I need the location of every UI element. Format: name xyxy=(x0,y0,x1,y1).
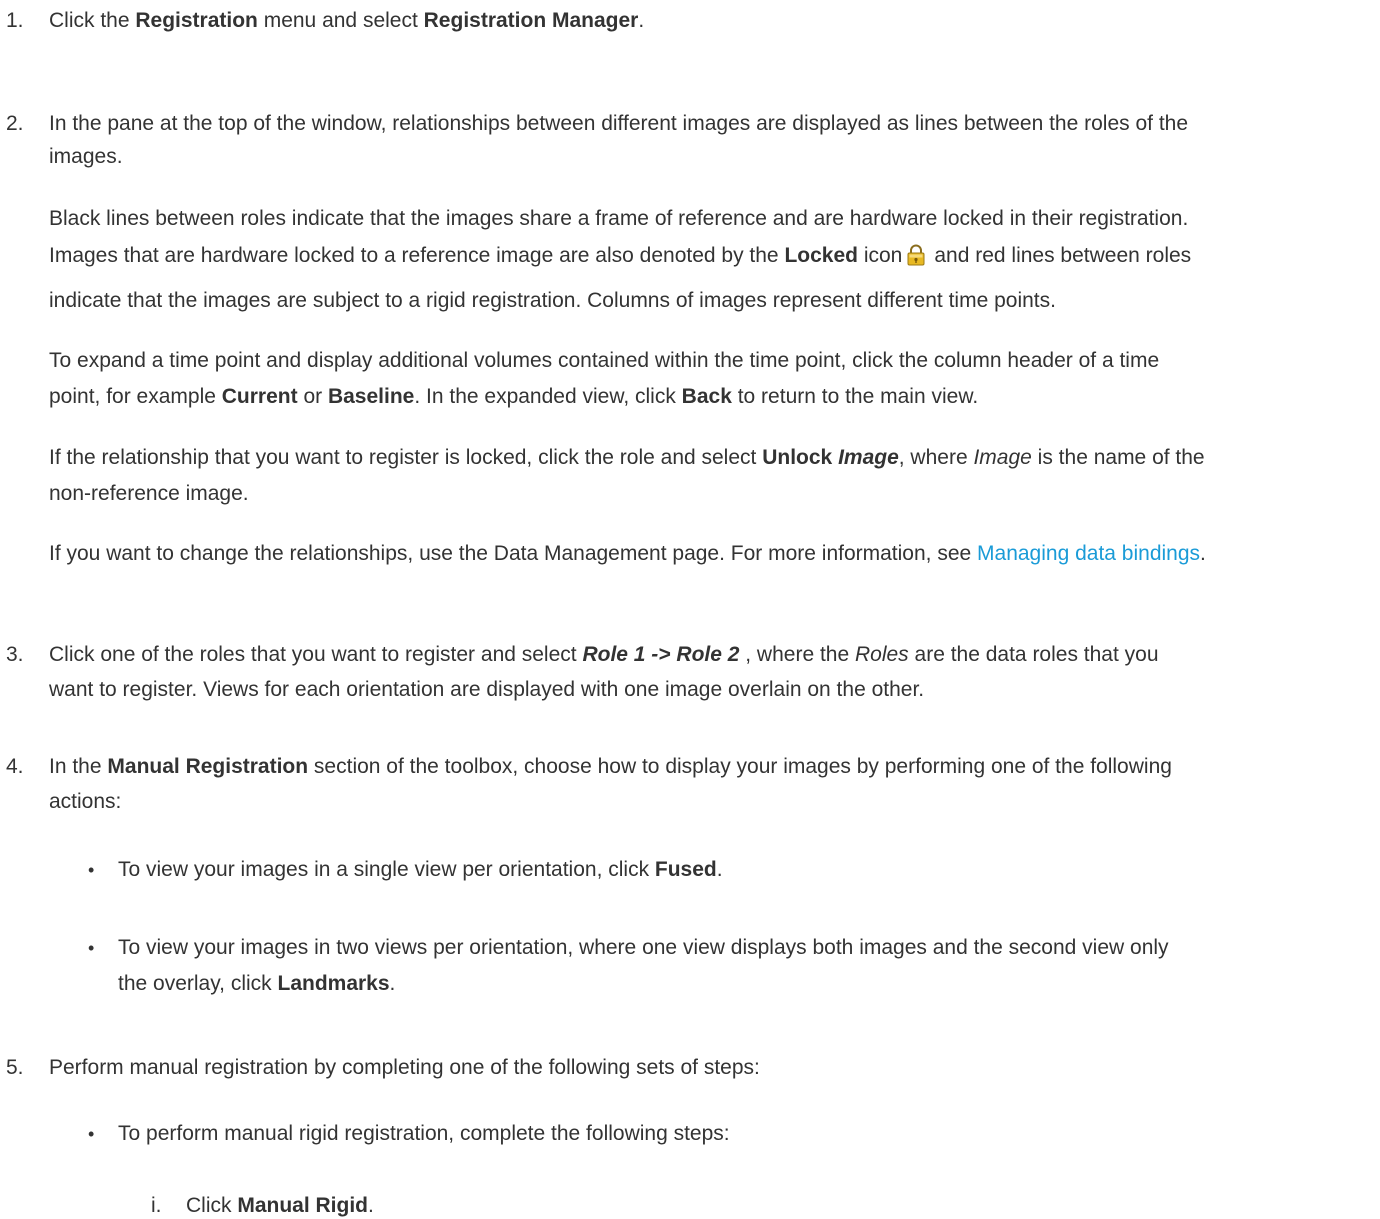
list-item: To perform manual rigid registration, co… xyxy=(118,1122,730,1145)
step-text: In the Manual Registration section of th… xyxy=(49,755,1172,778)
step-text: Perform manual registration by completin… xyxy=(49,1056,760,1079)
bullet-marker: • xyxy=(88,1124,95,1144)
list-item: the overlay, click Landmarks. xyxy=(118,972,396,995)
step-text: want to register. Views for each orienta… xyxy=(49,678,925,701)
menu-name: Registration xyxy=(135,9,258,32)
bullet-marker: • xyxy=(88,938,95,958)
step-number: 4. xyxy=(6,755,24,778)
step-number: 2. xyxy=(6,112,24,135)
step-number: 5. xyxy=(6,1056,24,1079)
paragraph-text: indicate that the images are subject to … xyxy=(49,289,1056,312)
substep-number: i. xyxy=(151,1194,162,1217)
step-number: 1. xyxy=(6,9,24,32)
step-text: In the pane at the top of the window, re… xyxy=(49,112,1189,135)
step-text: images. xyxy=(49,145,123,168)
managing-data-bindings-link[interactable]: Managing data bindings xyxy=(977,542,1200,565)
step-text: Click one of the roles that you want to … xyxy=(49,643,1159,666)
paragraph-text: Images that are hardware locked to a ref… xyxy=(49,244,1192,267)
paragraph-text: Black lines between roles indicate that … xyxy=(49,207,1189,230)
paragraph-text: non-reference image. xyxy=(49,482,249,505)
paragraph-text: point, for example Current or Baseline. … xyxy=(49,385,979,408)
paragraph-text: To expand a time point and display addit… xyxy=(49,349,1160,372)
substep-text: Click Manual Rigid. xyxy=(186,1194,374,1217)
menu-item-name: Registration Manager xyxy=(423,9,639,32)
paragraph-text: If the relationship that you want to reg… xyxy=(49,446,1205,469)
icon-name: Locked xyxy=(784,244,858,267)
list-item: To view your images in two views per ori… xyxy=(118,936,1169,959)
paragraph-text: If you want to change the relationships,… xyxy=(49,542,1206,565)
lock-icon xyxy=(906,244,926,266)
step-text: Click the Registration menu and select R… xyxy=(49,9,645,32)
step-number: 3. xyxy=(6,643,24,666)
bullet-marker: • xyxy=(88,860,95,880)
list-item: To view your images in a single view per… xyxy=(118,858,723,881)
step-text: actions: xyxy=(49,790,122,813)
